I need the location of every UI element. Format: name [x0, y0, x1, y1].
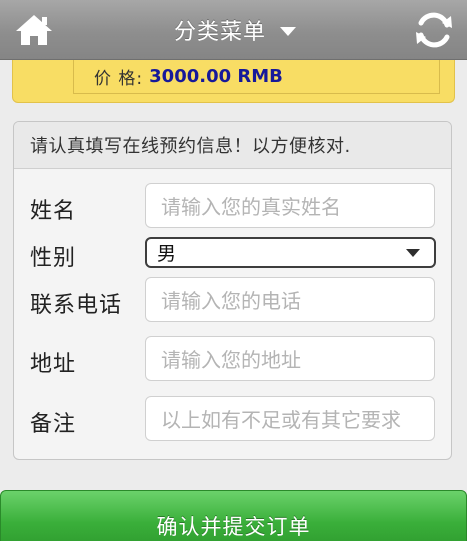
top-nav-bar: 分类菜单 [0, 0, 467, 60]
remarks-label: 备注 [30, 412, 77, 437]
category-menu-dropdown[interactable]: 分类菜单 [150, 0, 320, 60]
price-panel: 价 格: 3000.00 RMB [12, 60, 455, 103]
chevron-down-icon [280, 27, 296, 36]
chevron-down-icon [406, 249, 420, 257]
remarks-input[interactable]: 以上如有不足或有其它要求 [145, 396, 435, 441]
app-screen: 分类菜单 价 格: 3000.00 RMB 请认真填写在线预约信息！以方便核对.… [0, 0, 467, 541]
gender-selected-value: 男 [157, 243, 177, 265]
gender-label: 性别 [30, 246, 77, 271]
reservation-form: 请认真填写在线预约信息！以方便核对. 姓名 请输入您的真实姓名 性别 男 联系电… [13, 121, 452, 460]
price-label: 价 格: [94, 69, 144, 89]
price-row: 价 格: 3000.00 RMB [73, 60, 440, 94]
home-button[interactable] [14, 10, 54, 50]
submit-order-label: 确认并提交订单 [156, 515, 311, 539]
gender-select[interactable]: 男 [145, 237, 436, 268]
form-intro: 请认真填写在线预约信息！以方便核对. [14, 122, 451, 169]
address-label: 地址 [30, 352, 77, 377]
category-menu-label: 分类菜单 [173, 20, 266, 45]
refresh-icon [416, 12, 452, 48]
phone-label: 联系电话 [30, 293, 123, 318]
price-value: 3000.00 RMB [149, 66, 283, 87]
name-label: 姓名 [30, 199, 77, 224]
name-input[interactable]: 请输入您的真实姓名 [145, 183, 435, 228]
refresh-button[interactable] [413, 9, 455, 51]
address-input[interactable]: 请输入您的地址 [145, 336, 435, 381]
submit-order-button[interactable]: 确认并提交订单 [0, 490, 467, 541]
phone-input[interactable]: 请输入您的电话 [145, 277, 435, 322]
home-icon [16, 15, 52, 45]
